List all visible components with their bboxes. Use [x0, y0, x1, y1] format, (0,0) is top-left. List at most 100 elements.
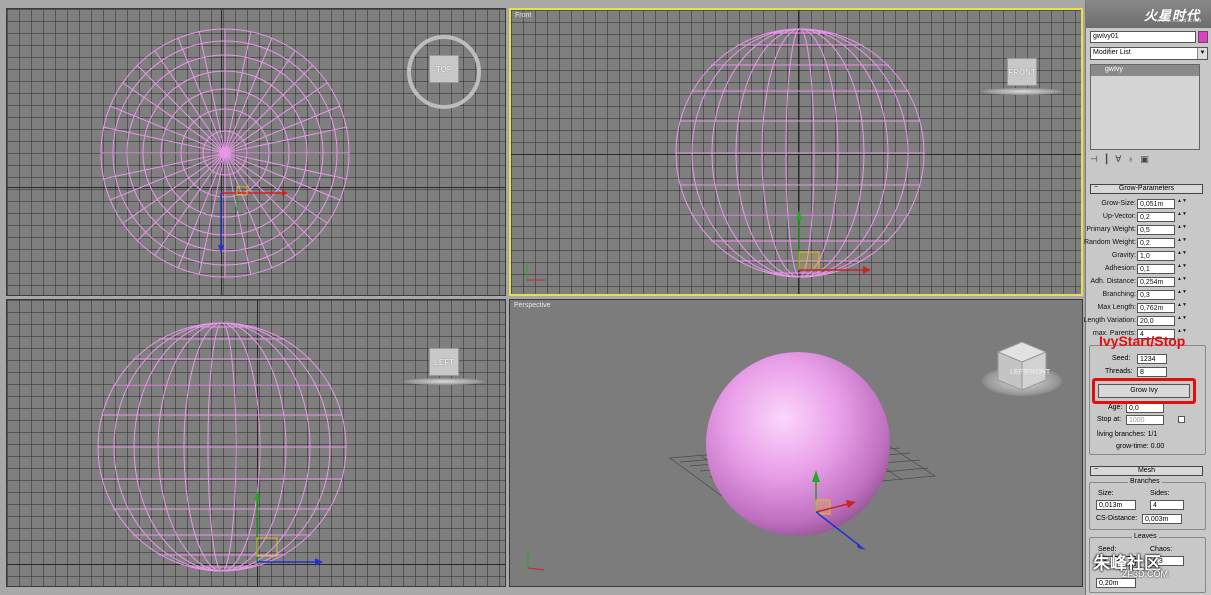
remove-modifier-icon[interactable]: ♁ [1127, 154, 1134, 164]
rollout-mesh[interactable]: − Mesh [1090, 466, 1203, 476]
branches-title: Branches [1128, 478, 1162, 485]
viewport-perspective[interactable]: Perspective LEFT FRONT [509, 299, 1083, 587]
grow-param-row: Max Length: 0,762m ▲▼ [1090, 303, 1208, 314]
command-panel: 火星时代 www.hxsd.com gwIvy01 Modifier List … [1084, 0, 1211, 595]
grow-param-label: Branching: [1102, 291, 1136, 298]
stop-at-input[interactable]: 1000 [1126, 415, 1164, 425]
spinner-icon[interactable]: ▲▼ [1177, 251, 1187, 261]
viewcube-face-left[interactable]: LEFT [429, 348, 459, 376]
max-workspace: TOP Front FRONT LEFT Perspective LEFT FR… [0, 0, 1211, 595]
collapse-icon[interactable]: − [1094, 184, 1098, 192]
transform-gizmo-front[interactable] [787, 206, 877, 286]
grow-param-input[interactable]: 0,2 [1137, 212, 1175, 222]
grow-param-input[interactable]: 0,3 [1137, 290, 1175, 300]
viewcube-perspective[interactable]: LEFT FRONT [992, 338, 1052, 398]
spinner-icon[interactable]: ▲▼ [1177, 212, 1187, 222]
grow-param-row: Primary Weight: 0,5 ▲▼ [1086, 225, 1208, 236]
threads-label: Threads: [1105, 368, 1133, 375]
spinner-icon[interactable]: ▲▼ [1177, 199, 1187, 209]
sides-label: Sides: [1150, 490, 1170, 497]
grow-param-row: Gravity: 1,0 ▲▼ [1090, 251, 1208, 262]
modifier-stack[interactable]: gwIvy [1090, 64, 1200, 150]
seed-input[interactable]: 1234 [1137, 354, 1167, 364]
grow-param-row: Random Weight: 0,2 ▲▼ [1084, 238, 1208, 249]
viewcube-face-front[interactable]: FRONT [1007, 58, 1037, 86]
viewcube-top[interactable]: TOP [429, 55, 459, 83]
viewport-front-label: Front [515, 12, 532, 19]
spinner-icon[interactable]: ▲▼ [1177, 238, 1187, 248]
grow-param-input[interactable]: 20,0 [1137, 316, 1175, 326]
grow-param-row: Grow-Size: 0,051m ▲▼ [1090, 199, 1208, 210]
cs-distance-input[interactable]: 0,003m [1142, 514, 1182, 524]
stack-toolbar: ⊣ ┃ ∀ ♁ ▣ [1090, 152, 1208, 166]
viewport-front[interactable]: Front FRONT [509, 8, 1083, 296]
transform-gizmo-perspective[interactable] [800, 468, 920, 568]
grow-param-row: Length Variation: 20,0 ▲▼ [1084, 316, 1208, 327]
grow-param-input[interactable]: 0,254m [1137, 277, 1175, 287]
viewcube-label-front[interactable]: FRONT [1026, 369, 1051, 376]
grow-ivy-highlight: Grow Ivy [1092, 378, 1196, 404]
grow-param-label: Primary Weight: [1086, 226, 1136, 233]
spinner-icon[interactable]: ▲▼ [1177, 277, 1187, 287]
stop-at-label: Stop at: [1097, 416, 1122, 423]
spinner-icon[interactable]: ▲▼ [1177, 316, 1187, 326]
grow-time-label: grow-time: 0.00 [1116, 443, 1164, 450]
age-input[interactable]: 0,0 [1126, 403, 1164, 413]
object-name-field[interactable]: gwIvy01 [1090, 31, 1196, 43]
grow-param-input[interactable]: 0,051m [1137, 199, 1175, 209]
grow-param-input[interactable]: 0,2 [1137, 238, 1175, 248]
grow-param-label: Random Weight: [1083, 239, 1136, 246]
chevron-down-icon[interactable]: ▼ [1197, 48, 1207, 59]
viewcube-disc-front[interactable] [981, 88, 1063, 95]
watermark-url: ZF3D.COM [1122, 569, 1168, 579]
grow-param-input[interactable]: 1,0 [1137, 251, 1175, 261]
grow-param-input[interactable]: 0,1 [1137, 264, 1175, 274]
grow-param-label: Length Variation: [1083, 317, 1136, 324]
site-logo: 火星时代 www.hxsd.com [1086, 0, 1211, 28]
spinner-icon[interactable]: ▲▼ [1177, 290, 1187, 300]
axis-tripod-front [526, 262, 545, 281]
modifier-list-label: Modifier List [1093, 49, 1131, 56]
size-input[interactable]: 0,013m [1096, 500, 1136, 510]
modifier-list-dropdown[interactable]: Modifier List ▼ [1090, 47, 1208, 60]
show-end-result-icon[interactable]: ┃ [1104, 154, 1109, 165]
threads-input[interactable]: 8 [1137, 367, 1167, 377]
spinner-icon[interactable]: ▲▼ [1177, 225, 1187, 235]
leaves-size-input[interactable]: 0,20m [1096, 578, 1136, 588]
viewcube-front[interactable]: FRONT [1007, 58, 1037, 86]
spinner-icon[interactable]: ▲▼ [1177, 264, 1187, 274]
grow-param-row: Adh. Distance: 0,254m ▲▼ [1090, 277, 1208, 288]
rollout-grow-parameters[interactable]: − Grow-Parameters [1090, 184, 1203, 194]
living-branches-value: 1/1 [1147, 431, 1158, 438]
transform-gizmo-top[interactable] [207, 179, 287, 259]
stack-item-gwivy[interactable]: gwIvy [1091, 65, 1199, 76]
object-color-swatch[interactable] [1198, 31, 1208, 43]
grow-ivy-button[interactable]: Grow Ivy [1098, 384, 1190, 398]
spinner-icon[interactable]: ▲▼ [1177, 303, 1187, 313]
grow-time-value: 0.00 [1150, 443, 1165, 450]
transform-gizmo-left[interactable] [247, 486, 337, 566]
seed-label: Seed: [1112, 355, 1131, 362]
grow-param-row: Up-Vector: 0,2 ▲▼ [1090, 212, 1208, 223]
stop-at-checkbox[interactable] [1178, 416, 1185, 423]
viewport-top[interactable]: TOP [6, 8, 506, 296]
grow-param-input[interactable]: 0,5 [1137, 225, 1175, 235]
viewport-left[interactable]: LEFT [6, 299, 506, 587]
leaves-title: Leaves [1132, 533, 1159, 540]
pin-stack-icon[interactable]: ⊣ [1090, 154, 1098, 165]
grow-param-label: Grow-Size: [1101, 200, 1136, 207]
configure-sets-icon[interactable]: ▣ [1140, 154, 1149, 165]
grow-param-label: Up-Vector: [1102, 213, 1136, 220]
viewcube-left[interactable]: LEFT [429, 348, 459, 376]
grow-param-input[interactable]: 0,762m [1137, 303, 1175, 313]
make-unique-icon[interactable]: ∀ [1115, 154, 1121, 165]
viewcube-face-top[interactable]: TOP [429, 55, 459, 83]
logo-url: www.hxsd.com [1156, 18, 1202, 24]
living-branches-text: living branches: [1097, 431, 1146, 438]
axis-tripod-perspective [527, 550, 545, 571]
age-label: Age: [1108, 404, 1123, 411]
collapse-icon[interactable]: − [1094, 466, 1098, 474]
sides-input[interactable]: 4 [1150, 500, 1184, 510]
ivy-start-stop-callout: IvyStart/Stop [1099, 333, 1186, 349]
viewcube-disc-left[interactable] [403, 378, 485, 385]
